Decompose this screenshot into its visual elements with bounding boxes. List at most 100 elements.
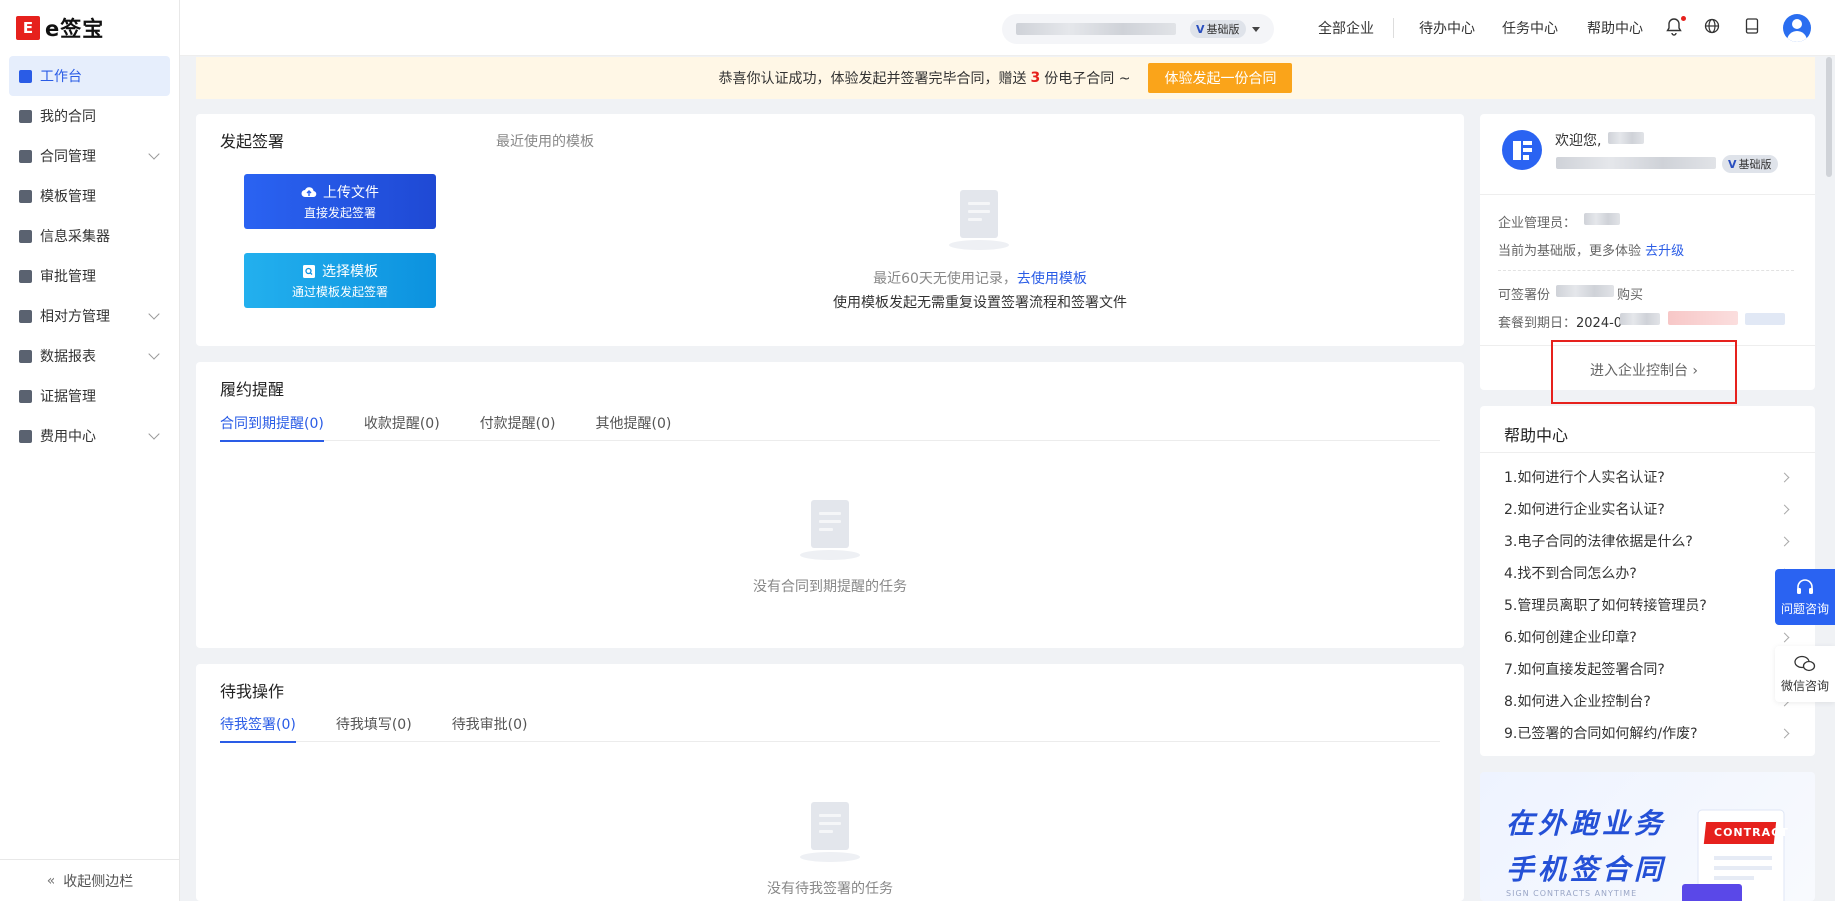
reminder-tab-1[interactable]: 收款提醒(0)	[364, 407, 440, 441]
pending-tab-0[interactable]: 待我签署(0)	[220, 708, 296, 743]
collapse-sidebar-button[interactable]: « 收起侧边栏	[0, 859, 180, 901]
divider	[1498, 270, 1794, 271]
report-icon	[19, 349, 32, 363]
wechat-consult-button[interactable]: 微信咨询	[1775, 646, 1835, 702]
mobile-sign-ad[interactable]: 在外跑业务 手机签合同 SIGN CONTRACTS ANYTIME CONTR…	[1480, 772, 1815, 901]
recent-templates-empty: 最近60天无使用记录，去使用模板	[873, 271, 1087, 287]
use-template-link[interactable]: 去使用模板	[1017, 271, 1087, 287]
sidebar-item-1[interactable]: 我的合同	[9, 96, 170, 136]
reminder-tab-2[interactable]: 付款提醒(0)	[480, 407, 556, 441]
chevron-right-icon	[1779, 632, 1790, 643]
divider	[1480, 452, 1815, 453]
help-item-label: 1.如何进行个人实名认证?	[1504, 470, 1665, 486]
headset-icon	[1797, 578, 1813, 594]
help-item[interactable]: 2.如何进行企业实名认证?	[1504, 494, 1790, 526]
upload-file-sublabel: 直接发起签署	[303, 206, 376, 220]
ad-line3: SIGN CONTRACTS ANYTIME	[1506, 889, 1638, 898]
help-item-label: 6.如何创建企业印章?	[1504, 630, 1637, 646]
pending-actions-card	[196, 664, 1464, 901]
help-item[interactable]: 8.如何进入企业控制台?	[1504, 686, 1790, 718]
initiate-signing-title: 发起签署	[220, 132, 285, 151]
contract-word: CONTRACT	[1714, 826, 1789, 839]
tablet-icon[interactable]	[1745, 18, 1763, 36]
select-template-sublabel: 通过模板发起签署	[291, 285, 388, 299]
sidebar-item-label: 审批管理	[40, 269, 96, 285]
expire-label: 套餐到期日：2024-0	[1498, 316, 1623, 331]
sidebar-item-2[interactable]: 合同管理	[9, 136, 170, 176]
banner-highlight: 3	[1030, 70, 1041, 86]
logo[interactable]: E e签宝	[0, 0, 179, 56]
wechat-consult-label: 微信咨询	[1780, 678, 1829, 693]
template-icon	[19, 189, 32, 203]
upgrade-link[interactable]: 去升级	[1645, 244, 1684, 259]
help-item[interactable]: 3.电子合同的法律依据是什么?	[1504, 526, 1790, 558]
caret-down-icon	[1251, 26, 1260, 32]
pending-actions-title: 待我操作	[220, 682, 285, 701]
chevron-right-icon	[1779, 504, 1790, 515]
help-item[interactable]: 6.如何创建企业印章?	[1504, 622, 1790, 654]
cloud-upload-icon	[301, 187, 317, 198]
help-item[interactable]: 1.如何进行个人实名认证?	[1504, 462, 1790, 494]
sidebar-item-label: 费用中心	[40, 429, 96, 445]
sidebar-item-label: 相对方管理	[40, 309, 110, 325]
counterparty-icon	[19, 309, 32, 323]
sidebar-item-label: 证据管理	[40, 389, 96, 405]
notification-dot	[1681, 16, 1686, 21]
todo-center-link[interactable]: 待办中心	[1419, 18, 1475, 38]
user-name-redacted	[1608, 132, 1644, 144]
sidebar-item-4[interactable]: 信息采集器	[9, 216, 170, 256]
help-center-link[interactable]: 帮助中心	[1587, 18, 1643, 38]
upload-file-button[interactable]: 上传文件 直接发起签署	[244, 174, 436, 229]
double-chevron-left-icon: «	[46, 872, 56, 889]
sidebar-item-label: 模板管理	[40, 189, 96, 205]
help-center-title: 帮助中心	[1504, 426, 1569, 445]
page-scrollbar[interactable]	[1826, 57, 1832, 177]
chevron-right-icon	[1779, 728, 1790, 739]
version-v-icon: V	[1196, 22, 1205, 36]
profile-version-badge: V 基础版	[1722, 155, 1778, 173]
help-item[interactable]: 5.管理员离职了如何转接管理员?	[1504, 590, 1790, 622]
help-item[interactable]: 9.已签署的合同如何解约/作废?	[1504, 718, 1790, 750]
chevron-down-icon	[148, 148, 160, 160]
select-template-button[interactable]: 选择模板 通过模板发起签署	[244, 253, 436, 308]
logo-mark: E	[16, 16, 40, 40]
question-consult-button[interactable]: 问题咨询	[1775, 569, 1835, 625]
help-item[interactable]: 4.找不到合同怎么办?	[1504, 558, 1790, 590]
reminder-tab-3[interactable]: 其他提醒(0)	[596, 407, 672, 441]
user-avatar[interactable]	[1783, 14, 1811, 42]
pending-empty-text: 没有待我签署的任务	[767, 881, 893, 897]
globe-icon[interactable]	[1704, 18, 1722, 36]
sidebar-item-9[interactable]: 费用中心	[9, 416, 170, 456]
chevron-right-icon	[1779, 536, 1790, 547]
sidebar-item-3[interactable]: 模板管理	[9, 176, 170, 216]
pending-tab-2[interactable]: 待我审批(0)	[452, 708, 528, 742]
reminder-tab-0[interactable]: 合同到期提醒(0)	[220, 407, 324, 442]
help-item-label: 8.如何进入企业控制台?	[1504, 694, 1651, 710]
empty-document-icon	[800, 802, 860, 864]
help-item-label: 3.电子合同的法律依据是什么?	[1504, 534, 1693, 550]
contract-manage-icon	[19, 149, 32, 163]
banner-text-before: 恭喜你认证成功，体验发起并签署完毕合同，赠送	[718, 71, 1027, 87]
quota-value-redacted	[1556, 285, 1614, 297]
sidebar-item-0[interactable]: 工作台	[9, 56, 170, 96]
upload-file-label: 上传文件	[323, 185, 379, 201]
approval-icon	[19, 269, 32, 283]
sidebar-item-5[interactable]: 审批管理	[9, 256, 170, 296]
help-item-label: 2.如何进行企业实名认证?	[1504, 502, 1665, 518]
sidebar-item-6[interactable]: 相对方管理	[9, 296, 170, 336]
sidebar-item-8[interactable]: 证据管理	[9, 376, 170, 416]
all-enterprises-link[interactable]: 全部企业	[1318, 18, 1374, 38]
buy-link[interactable]: 购买	[1617, 284, 1643, 303]
task-center-link[interactable]: 任务中心	[1502, 18, 1558, 38]
try-initiate-contract-button[interactable]: 体验发起一份合同	[1148, 63, 1293, 93]
org-switcher[interactable]: V 基础版	[1002, 14, 1274, 44]
sidebar-item-label: 工作台	[40, 69, 82, 85]
pending-tab-1[interactable]: 待我填写(0)	[336, 708, 412, 742]
bell-icon[interactable]	[1666, 16, 1686, 36]
ad-line2: 手机签合同	[1506, 853, 1667, 886]
empty-document-icon	[949, 190, 1009, 252]
certification-banner: 恭喜你认证成功，体验发起并签署完毕合同，赠送 3 份电子合同 ~ 体验发起一份合…	[196, 57, 1815, 99]
chevron-down-icon	[148, 428, 160, 440]
sidebar-item-7[interactable]: 数据报表	[9, 336, 170, 376]
help-item[interactable]: 7.如何直接发起签署合同?	[1504, 654, 1790, 686]
